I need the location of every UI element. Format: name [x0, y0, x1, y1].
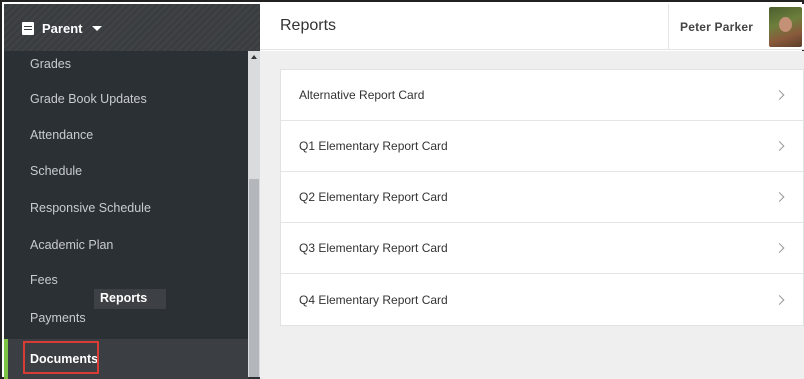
sidebar-item-label: Fees — [30, 273, 58, 287]
report-item-label: Q1 Elementary Report Card — [299, 139, 448, 153]
chevron-right-icon — [774, 90, 785, 100]
sidebar-item-label: Academic Plan — [30, 238, 114, 252]
report-item-q4[interactable]: Q4 Elementary Report Card — [281, 274, 803, 325]
sidebar-item-grade-book-updates[interactable]: Grade Book Updates — [4, 82, 248, 116]
sidebar-item-label: Schedule — [30, 164, 83, 178]
chevron-right-icon — [774, 141, 785, 151]
main-content: Alternative Report Card Q1 Elementary Re… — [260, 51, 804, 379]
sidebar-header: Parent — [4, 4, 260, 51]
scroll-up-arrow-icon[interactable] — [251, 55, 257, 59]
chevron-right-icon — [774, 192, 785, 202]
sidebar-item-label: Responsive Schedule — [30, 201, 151, 215]
page-title: Reports — [280, 17, 337, 34]
scrollbar-thumb[interactable] — [249, 179, 259, 377]
report-item-label: Alternative Report Card — [299, 88, 425, 102]
report-item-q1[interactable]: Q1 Elementary Report Card — [281, 121, 803, 172]
report-item-q3[interactable]: Q3 Elementary Report Card — [281, 223, 803, 274]
sidebar-item-schedule[interactable]: Schedule — [4, 154, 248, 188]
chevron-right-icon — [774, 243, 785, 253]
sidebar-item-label: Grade Book Updates — [30, 92, 147, 106]
sidebar-item-label: Grades — [30, 57, 71, 71]
sidebar-item-academic-plan[interactable]: Academic Plan — [4, 228, 248, 262]
sidebar-item-label: Attendance — [30, 128, 94, 142]
role-label: Parent — [42, 20, 83, 36]
active-indicator — [4, 339, 8, 379]
sidebar-item-grades[interactable]: Grades — [4, 47, 248, 81]
report-item-label: Q3 Elementary Report Card — [299, 241, 448, 255]
sidebar-scrollbar[interactable] — [248, 51, 260, 377]
reports-tooltip: Reports — [94, 289, 166, 309]
sidebar-item-label: Payments — [30, 311, 86, 325]
sidebar: Parent Grades Grade Book Updates Attenda… — [4, 4, 260, 379]
sidebar-item-responsive-schedule[interactable]: Responsive Schedule — [4, 191, 248, 225]
document-icon — [22, 21, 34, 35]
report-item-label: Q4 Elementary Report Card — [299, 292, 448, 307]
report-item-label: Q2 Elementary Report Card — [299, 190, 448, 204]
user-name: Peter Parker — [680, 20, 754, 34]
reports-list: Alternative Report Card Q1 Elementary Re… — [280, 69, 804, 326]
app-window: Parent Grades Grade Book Updates Attenda… — [0, 0, 804, 379]
top-bar: Reports Peter Parker — [260, 4, 804, 50]
caret-down-icon — [92, 25, 103, 31]
avatar[interactable] — [769, 7, 802, 47]
sidebar-item-documents[interactable]: Documents — [4, 339, 248, 379]
role-menu-button[interactable]: Parent — [22, 17, 103, 39]
report-item-q2[interactable]: Q2 Elementary Report Card — [281, 172, 803, 223]
sidebar-nav: Grades Grade Book Updates Attendance Sch… — [4, 51, 248, 379]
user-menu[interactable]: Peter Parker — [668, 4, 804, 50]
sidebar-item-label: Documents — [30, 352, 99, 366]
report-item-alternative[interactable]: Alternative Report Card — [281, 70, 803, 121]
chevron-right-icon — [774, 294, 785, 305]
sidebar-item-attendance[interactable]: Attendance — [4, 118, 248, 152]
